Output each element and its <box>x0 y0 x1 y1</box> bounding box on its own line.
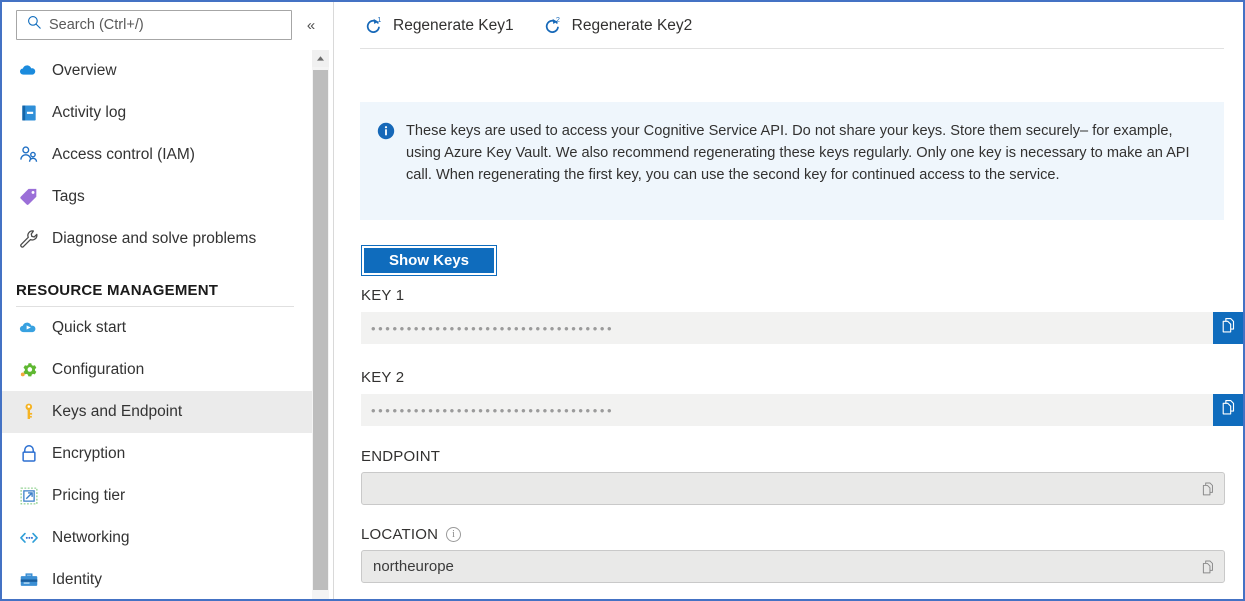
copy-key2-button[interactable] <box>1213 394 1243 426</box>
sidebar-item-pricing-tier[interactable]: Pricing tier <box>2 475 312 517</box>
wrench-icon <box>16 226 42 252</box>
sidebar-item-label: Access control (IAM) <box>52 146 195 164</box>
sidebar-item-label: Diagnose and solve problems <box>52 230 256 248</box>
sidebar-item-tags[interactable]: Tags <box>2 176 312 218</box>
sidebar-item-configuration[interactable]: Configuration <box>2 349 312 391</box>
sidebar-item-label: Activity log <box>52 104 126 122</box>
location-label-text: LOCATION <box>361 526 438 543</box>
tag-icon <box>16 184 42 210</box>
sidebar-item-encryption[interactable]: Encryption <box>2 433 312 475</box>
regenerate-key1-button[interactable]: 1 Regenerate Key1 <box>363 10 514 42</box>
copy-icon <box>1220 317 1237 339</box>
sidebar-nav-list: Overview Activity log <box>2 50 312 599</box>
svg-text:2: 2 <box>556 15 560 24</box>
sidebar-item-label: Tags <box>52 188 85 206</box>
toolbar-button-label: Regenerate Key1 <box>393 17 514 35</box>
sidebar-item-label: Configuration <box>52 361 144 379</box>
toolbar-divider <box>360 48 1224 49</box>
search-icon <box>27 15 42 35</box>
key1-label: KEY 1 <box>361 287 404 304</box>
sidebar-item-label: Pricing tier <box>52 487 125 505</box>
sidebar-item-networking[interactable]: Networking <box>2 517 312 559</box>
key1-value: •••••••••••••••••••••••••••••••••• <box>371 321 614 336</box>
key1-field[interactable]: •••••••••••••••••••••••••••••••••• <box>361 312 1225 344</box>
command-toolbar: 1 Regenerate Key1 2 Regenerate Key2 <box>335 2 1225 49</box>
search-placeholder: Search (Ctrl+/) <box>49 17 144 33</box>
regenerate-key2-icon: 2 <box>542 15 564 37</box>
copy-icon <box>1220 399 1237 421</box>
key2-label-text: KEY 2 <box>361 369 404 386</box>
sidebar-search-row: Search (Ctrl+/) « <box>2 2 334 48</box>
sidebar-item-label: Keys and Endpoint <box>52 403 182 421</box>
pricing-tier-icon <box>16 483 42 509</box>
location-value: northeurope <box>373 558 1196 575</box>
search-input[interactable]: Search (Ctrl+/) <box>16 10 292 40</box>
endpoint-label: ENDPOINT <box>361 448 440 465</box>
sidebar-item-diagnose-and-solve-problems[interactable]: Diagnose and solve problems <box>2 218 312 260</box>
location-label: LOCATION i <box>361 526 461 543</box>
key1-label-text: KEY 1 <box>361 287 404 304</box>
endpoint-field[interactable] <box>361 472 1225 505</box>
sidebar: Search (Ctrl+/) « Overview <box>2 2 334 599</box>
regenerate-key2-button[interactable]: 2 Regenerate Key2 <box>542 10 693 42</box>
gear-icon <box>16 357 42 383</box>
info-banner-text: These keys are used to access your Cogni… <box>406 120 1204 220</box>
people-icon <box>16 142 42 168</box>
regenerate-key1-icon: 1 <box>363 15 385 37</box>
info-outline-icon[interactable]: i <box>446 527 461 542</box>
sidebar-item-activity-log[interactable]: Activity log <box>2 92 312 134</box>
key-icon <box>16 399 42 425</box>
briefcase-icon <box>16 567 42 593</box>
sidebar-item-label: Encryption <box>52 445 125 463</box>
cloud-icon <box>16 58 42 84</box>
toolbar-button-label: Regenerate Key2 <box>572 17 693 35</box>
sidebar-item-label: Overview <box>52 62 117 80</box>
sidebar-section-resource-management: RESOURCE MANAGEMENT <box>2 260 312 306</box>
info-banner: These keys are used to access your Cogni… <box>360 102 1224 220</box>
activity-log-icon <box>16 100 42 126</box>
quick-start-cloud-icon <box>16 315 42 341</box>
info-icon <box>377 122 395 220</box>
collapse-sidebar-button[interactable]: « <box>301 13 321 37</box>
copy-endpoint-button[interactable] <box>1196 477 1220 501</box>
sidebar-item-overview[interactable]: Overview <box>2 50 312 92</box>
location-field[interactable]: northeurope <box>361 550 1225 583</box>
show-keys-button[interactable]: Show Keys <box>361 245 497 276</box>
networking-icon <box>16 525 42 551</box>
sidebar-item-label: Networking <box>52 529 130 547</box>
sidebar-item-keys-and-endpoint[interactable]: Keys and Endpoint <box>2 391 312 433</box>
key2-label: KEY 2 <box>361 369 404 386</box>
sidebar-item-quick-start[interactable]: Quick start <box>2 307 312 349</box>
sidebar-item-identity[interactable]: Identity <box>2 559 312 599</box>
key2-value: •••••••••••••••••••••••••••••••••• <box>371 403 614 418</box>
lock-icon <box>16 441 42 467</box>
sidebar-item-label: Identity <box>52 571 102 589</box>
sidebar-scrollbar-thumb[interactable] <box>313 70 328 590</box>
endpoint-label-text: ENDPOINT <box>361 448 440 465</box>
scroll-up-arrow-icon[interactable] <box>312 50 329 67</box>
sidebar-item-access-control[interactable]: Access control (IAM) <box>2 134 312 176</box>
sidebar-item-label: Quick start <box>52 319 126 337</box>
azure-keys-and-endpoint-page: Search (Ctrl+/) « Overview <box>0 0 1245 601</box>
sidebar-section-label: RESOURCE MANAGEMENT <box>16 282 218 299</box>
copy-key1-button[interactable] <box>1213 312 1243 344</box>
copy-location-button[interactable] <box>1196 555 1220 579</box>
svg-text:1: 1 <box>377 15 381 24</box>
key2-field[interactable]: •••••••••••••••••••••••••••••••••• <box>361 394 1225 426</box>
main-content: 1 Regenerate Key1 2 Regenerate Key2 <box>335 2 1243 599</box>
